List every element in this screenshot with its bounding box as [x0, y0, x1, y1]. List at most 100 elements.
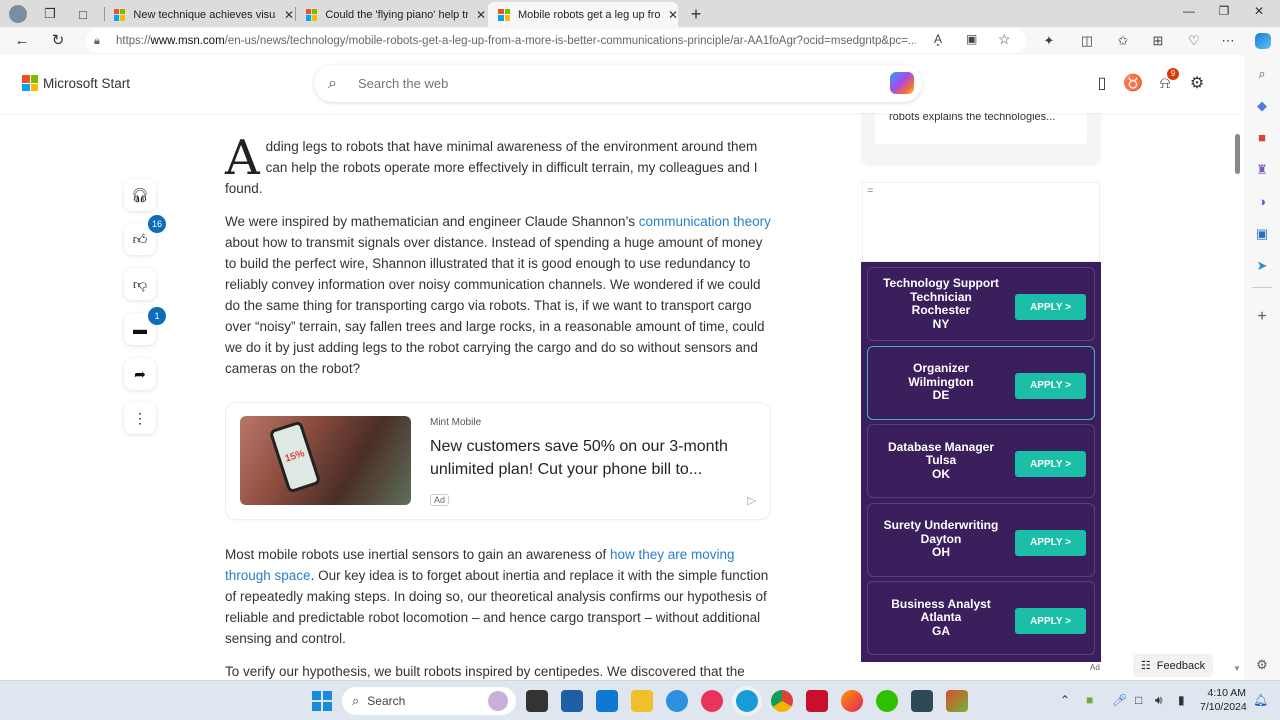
file-explorer-icon[interactable]	[631, 690, 653, 712]
listen-button[interactable]: 🎧︎	[124, 179, 156, 211]
camera-app-icon[interactable]	[701, 690, 723, 712]
back-button[interactable]: ←	[11, 31, 33, 51]
outlook-icon[interactable]: ▣	[1252, 224, 1272, 244]
notification-count-badge: 9	[1167, 68, 1179, 80]
collections-icon[interactable]: ⊞	[1148, 32, 1168, 50]
job-listing[interactable]: Database Manager Tulsa OK APPLY >	[867, 424, 1095, 498]
microsoft-start-logo[interactable]: Microsoft Start	[22, 75, 130, 91]
refresh-button[interactable]: ↻	[47, 31, 69, 51]
scroll-down-arrow-icon[interactable]: ▼	[1233, 664, 1241, 673]
favorites-icon[interactable]: ✩	[1113, 32, 1133, 50]
close-window-button[interactable]: ✕	[1244, 4, 1274, 18]
app-tile-icon[interactable]	[946, 690, 968, 712]
task-view-icon[interactable]	[526, 690, 548, 712]
sidebar-settings-icon[interactable]: ⚙	[1252, 655, 1272, 675]
notifications-bell-icon[interactable]: ⍾ 9	[1153, 68, 1179, 96]
adchoices-icon[interactable]: ▷	[748, 494, 756, 507]
add-sidebar-app-icon[interactable]: +	[1252, 307, 1272, 327]
sponsored-ad-card[interactable]: Mint Mobile New customers save 50% on ou…	[226, 403, 770, 519]
workspaces-icon[interactable]: ❐	[40, 4, 60, 24]
microsoft-store-icon[interactable]	[561, 690, 583, 712]
drop-send-icon[interactable]: ➤	[1252, 256, 1272, 276]
calendar-app-icon[interactable]	[911, 690, 933, 712]
extensions-icon[interactable]: ✦	[1039, 32, 1059, 50]
feedback-button[interactable]: ☷ Feedback	[1133, 654, 1213, 677]
close-tab-icon[interactable]: ✕	[668, 8, 678, 22]
more-options-button[interactable]: ⋮	[124, 402, 156, 434]
browser-essentials-icon[interactable]: ♡	[1184, 32, 1204, 50]
acrobat-icon[interactable]	[806, 690, 828, 712]
dislike-button[interactable]: 👎︎	[124, 268, 156, 300]
app-bird-icon[interactable]	[666, 690, 688, 712]
clock-time: 4:10 AM	[1207, 687, 1246, 699]
volume-icon[interactable]: 🔊︎	[1155, 693, 1163, 708]
network-icon[interactable]: □	[1135, 693, 1142, 707]
start-button[interactable]	[311, 690, 333, 712]
chrome-icon[interactable]	[771, 690, 793, 712]
apply-button[interactable]: APPLY >	[1015, 529, 1086, 556]
microsoft-365-icon[interactable]: ◑	[1252, 192, 1272, 212]
ad-placeholder: =	[862, 182, 1100, 262]
web-search-box[interactable]: ⌕	[314, 65, 922, 102]
communication-theory-link[interactable]: communication theory	[639, 214, 771, 229]
wechat-icon[interactable]	[876, 690, 898, 712]
tab-bar: ❐ □ New technique achieves visualiza ✕ C…	[0, 0, 1280, 27]
apply-button[interactable]: APPLY >	[1015, 451, 1086, 477]
immersive-reader-icon[interactable]: ▣	[966, 32, 977, 46]
apply-button[interactable]: APPLY >	[1015, 608, 1086, 634]
edge-browser-icon[interactable]	[736, 690, 758, 712]
apply-button[interactable]: APPLY >	[1015, 372, 1086, 399]
settings-gear-icon[interactable]: ⚙	[1185, 72, 1209, 96]
shopping-tag-icon[interactable]: ◆	[1252, 96, 1272, 116]
job-listings-ad: Technology Support Technician Rochester NY …	[861, 262, 1101, 662]
scrollbar-thumb[interactable]	[1235, 134, 1240, 174]
tab-title: Mobile robots get a leg up from	[518, 8, 660, 21]
feedback-icon: ☷	[1140, 660, 1151, 672]
tab-actions-icon[interactable]: □	[73, 4, 93, 24]
new-tab-button[interactable]: +	[686, 4, 706, 24]
copilot-icon[interactable]	[890, 72, 914, 94]
microphone-icon[interactable]: 🎤︎	[1112, 693, 1127, 707]
sidebar-search-icon[interactable]: ⌕	[1252, 64, 1272, 84]
headphones-icon: 🎧︎	[131, 186, 149, 203]
copilot-sidebar-icon[interactable]	[1253, 32, 1273, 50]
site-info-icon[interactable]: 🔒︎	[94, 35, 116, 48]
notification-center-icon[interactable]: 🔔︎	[1253, 693, 1268, 707]
outlook-new-icon[interactable]	[596, 690, 618, 712]
share-button[interactable]: ➦	[124, 358, 156, 390]
job-listing[interactable]: Technology Support Technician Rochester NY …	[867, 267, 1095, 341]
close-tab-icon[interactable]: ✕	[476, 8, 486, 22]
tab-flying-piano[interactable]: Could the 'flying piano' help tran ✕	[296, 2, 486, 27]
taskbar-search[interactable]: ⌕ Search	[342, 687, 516, 715]
msn-favicon-icon	[498, 8, 510, 21]
minimize-button[interactable]: —	[1174, 4, 1204, 18]
job-listing[interactable]: Business Analyst Atlanta GA APPLY >	[867, 581, 1095, 655]
page-scrollbar[interactable]: ▲ ▼	[1232, 58, 1242, 676]
read-aloud-icon[interactable]: A͈	[934, 32, 942, 46]
job-listing[interactable]: Surety Underwriting Dayton OH APPLY >	[867, 502, 1095, 577]
apply-button[interactable]: APPLY >	[1015, 294, 1086, 320]
mobile-app-icon[interactable]: ▯	[1090, 72, 1114, 96]
tools-briefcase-icon[interactable]: ■	[1252, 128, 1272, 148]
search-input[interactable]	[358, 76, 858, 91]
profile-avatar-icon[interactable]	[8, 4, 28, 24]
favorite-star-icon[interactable]: ☆	[998, 31, 1011, 48]
msn-favicon-icon	[306, 8, 318, 21]
more-menu-icon[interactable]: ⋯	[1218, 32, 1238, 50]
address-bar[interactable]: 🔒︎ https://www.msn.com/en-us/news/techno…	[86, 29, 1026, 53]
system-clock[interactable]: 4:10 AM 7/10/2024	[1200, 686, 1247, 714]
rewards-trophy-icon[interactable]: ♉	[1121, 72, 1145, 96]
firefox-icon[interactable]	[841, 690, 863, 712]
tab-mobile-robots[interactable]: Mobile robots get a leg up from ✕	[488, 2, 678, 27]
games-chess-icon[interactable]: ♜	[1252, 160, 1272, 180]
close-tab-icon[interactable]: ✕	[284, 8, 294, 22]
battery-icon[interactable]: ▮	[1178, 693, 1185, 707]
restore-button[interactable]: ❐	[1209, 4, 1239, 18]
tray-app-icon[interactable]: ■	[1086, 693, 1093, 707]
split-screen-icon[interactable]: ◫	[1077, 32, 1097, 50]
ad-headline[interactable]: New customers save 50% on our 3-month un…	[430, 435, 750, 481]
tab-new-technique[interactable]: New technique achieves visualiza ✕	[104, 2, 294, 27]
show-hidden-icons-chevron[interactable]: ⌃	[1060, 693, 1070, 707]
paragraph-text: To verify our hypothesis, we built robot…	[225, 664, 745, 679]
job-listing[interactable]: Organizer Wilmington DE APPLY >	[867, 345, 1095, 420]
